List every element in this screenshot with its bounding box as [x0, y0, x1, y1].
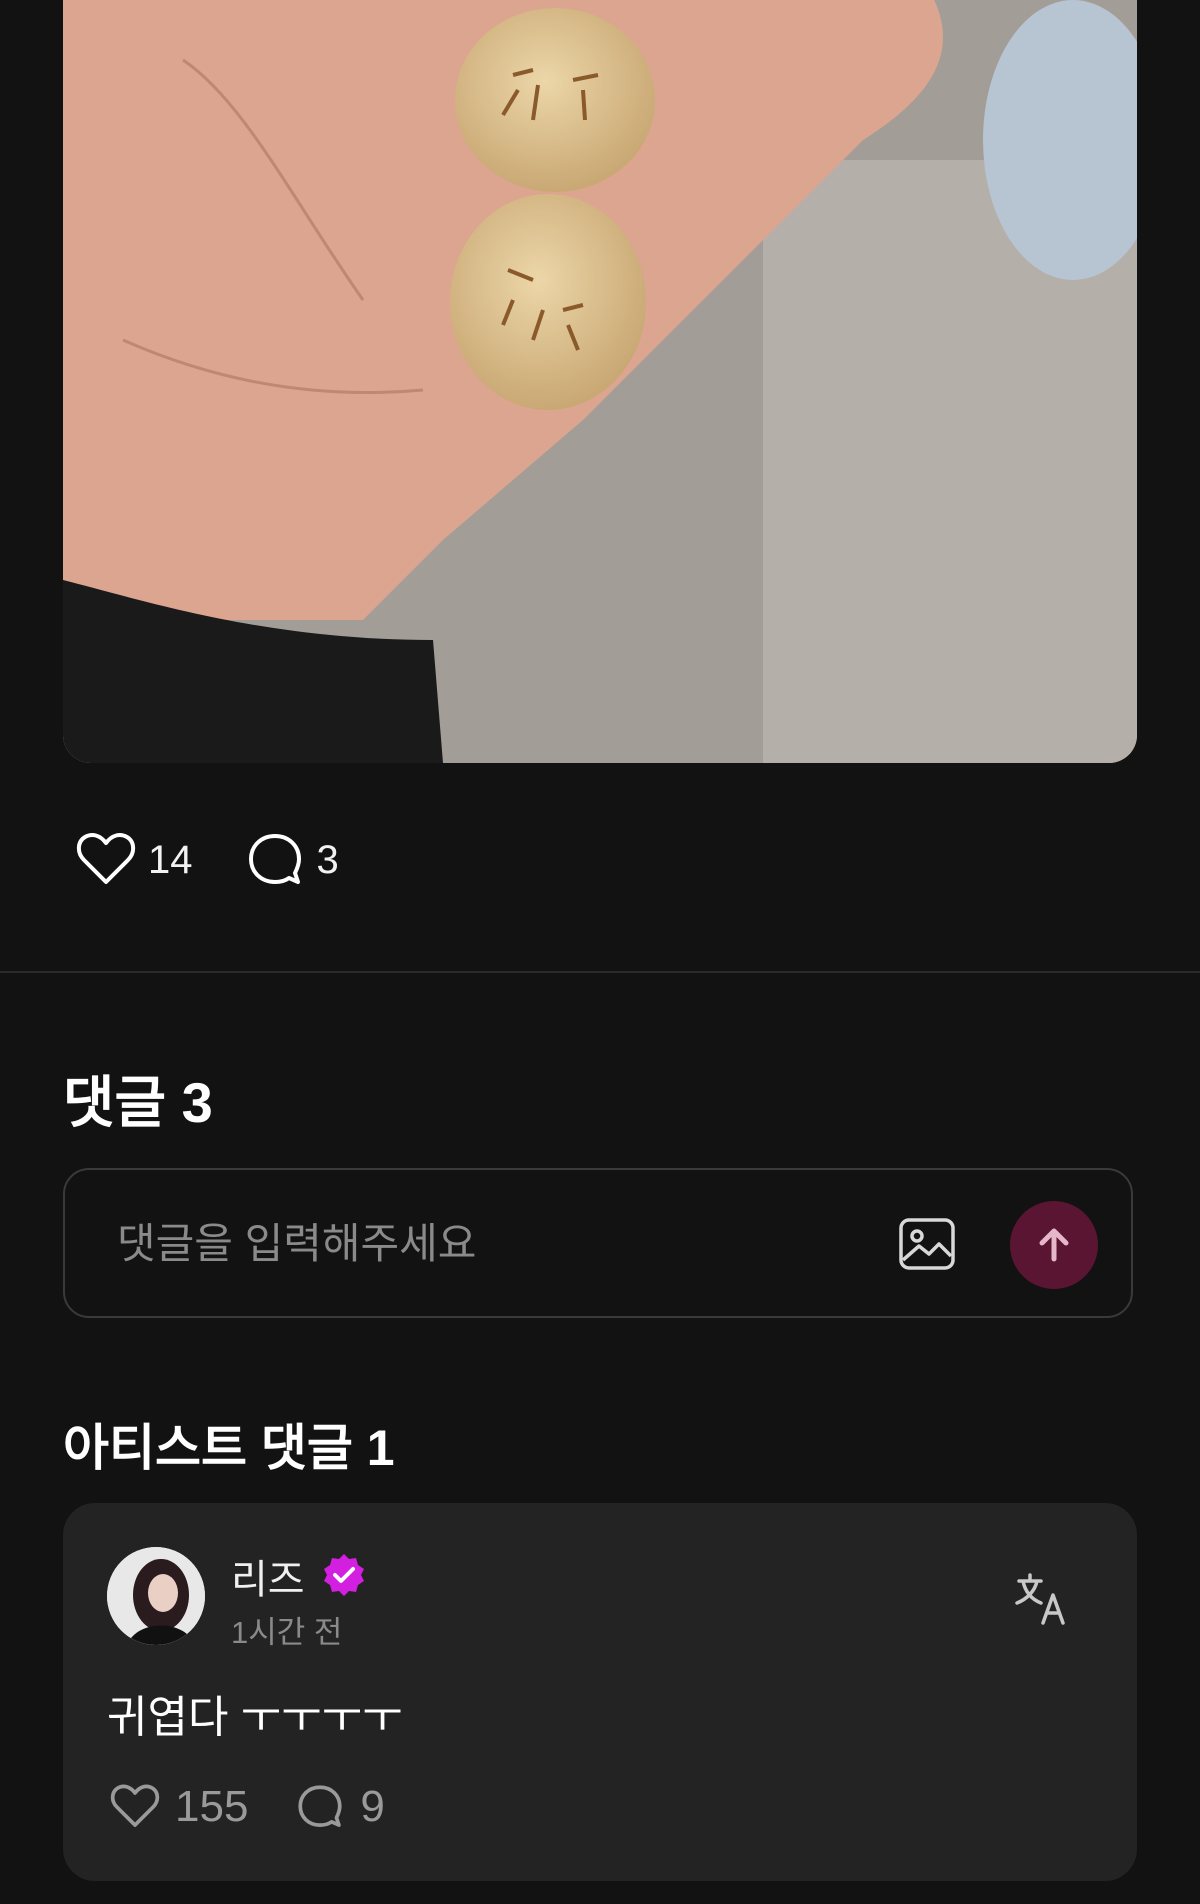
translate-icon[interactable] — [1013, 1571, 1069, 1627]
comment-input[interactable] — [115, 1170, 919, 1318]
comment-input-box — [63, 1168, 1133, 1318]
comment-like-button[interactable]: 155 — [107, 1779, 248, 1835]
heart-icon — [110, 1784, 160, 1827]
comment-button[interactable]: 3 — [241, 826, 339, 894]
comment-time: 1시간 전 — [231, 1615, 343, 1650]
comment-count: 3 — [316, 837, 339, 882]
comment-reply-button[interactable]: 9 — [292, 1779, 385, 1835]
comment-reply-count: 9 — [360, 1782, 385, 1831]
artist-comment-card: 리즈 1시간 전 귀엽다 ㅜㅜㅜㅜ 155 9 — [63, 1503, 1137, 1881]
hand-cookies-image — [63, 0, 1137, 763]
avatar[interactable] — [107, 1547, 205, 1645]
arrow-up-icon — [1039, 1228, 1069, 1262]
comment-text: 귀엽다 ㅜㅜㅜㅜ — [107, 1693, 403, 1742]
comment-actions: 155 9 — [107, 1779, 385, 1835]
like-count: 14 — [148, 837, 193, 882]
comments-heading: 댓글 3 — [63, 1071, 213, 1134]
section-divider — [0, 971, 1200, 973]
speech-bubble-icon — [298, 1785, 343, 1827]
like-button[interactable]: 14 — [72, 826, 193, 894]
post-actions: 14 3 — [72, 826, 339, 894]
verified-badge-icon — [324, 1554, 364, 1596]
comment-like-count: 155 — [175, 1782, 249, 1831]
post-photo[interactable] — [63, 0, 1137, 763]
comment-author[interactable]: 리즈 — [231, 1547, 305, 1605]
artist-avatar-image — [107, 1547, 205, 1645]
send-button[interactable] — [1010, 1201, 1098, 1289]
artist-comments-heading: 아티스트 댓글 1 — [63, 1420, 395, 1476]
heart-icon — [76, 833, 136, 884]
speech-bubble-icon — [248, 834, 301, 884]
image-icon[interactable] — [897, 1214, 957, 1274]
